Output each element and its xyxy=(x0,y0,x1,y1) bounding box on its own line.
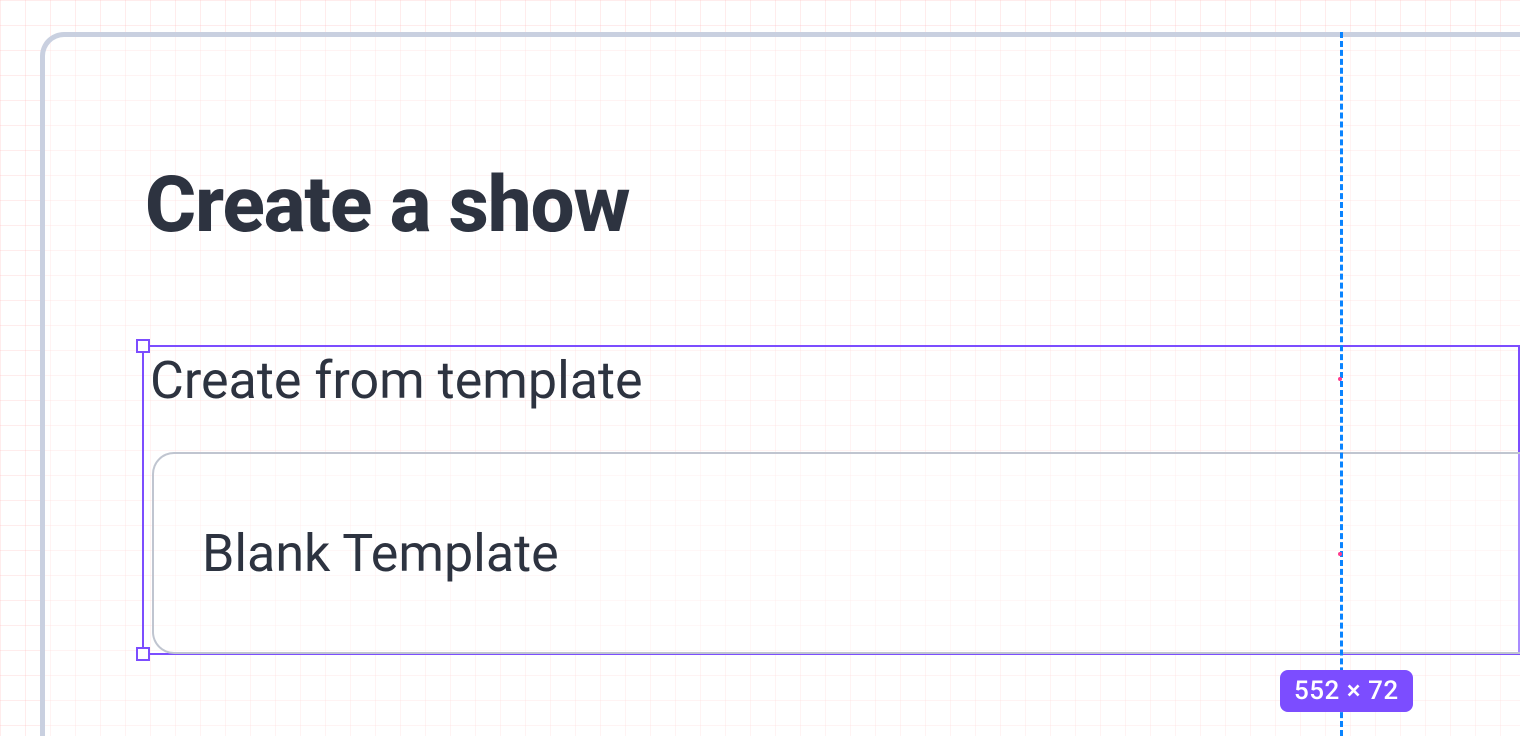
selection-handle-top-left[interactable] xyxy=(136,339,150,353)
selection-dimensions-badge: 552 × 72 xyxy=(1280,670,1413,712)
guide-marker-dot xyxy=(1338,552,1342,556)
guide-marker-dot xyxy=(1338,377,1342,381)
template-card-label: Blank Template xyxy=(202,523,559,584)
vertical-guide-line[interactable] xyxy=(1340,32,1343,736)
page-title: Create a show xyxy=(145,160,629,251)
selection-handle-bottom-left[interactable] xyxy=(136,647,150,661)
section-label: Create from template xyxy=(150,350,643,411)
template-card-blank[interactable]: Blank Template xyxy=(152,452,1520,654)
